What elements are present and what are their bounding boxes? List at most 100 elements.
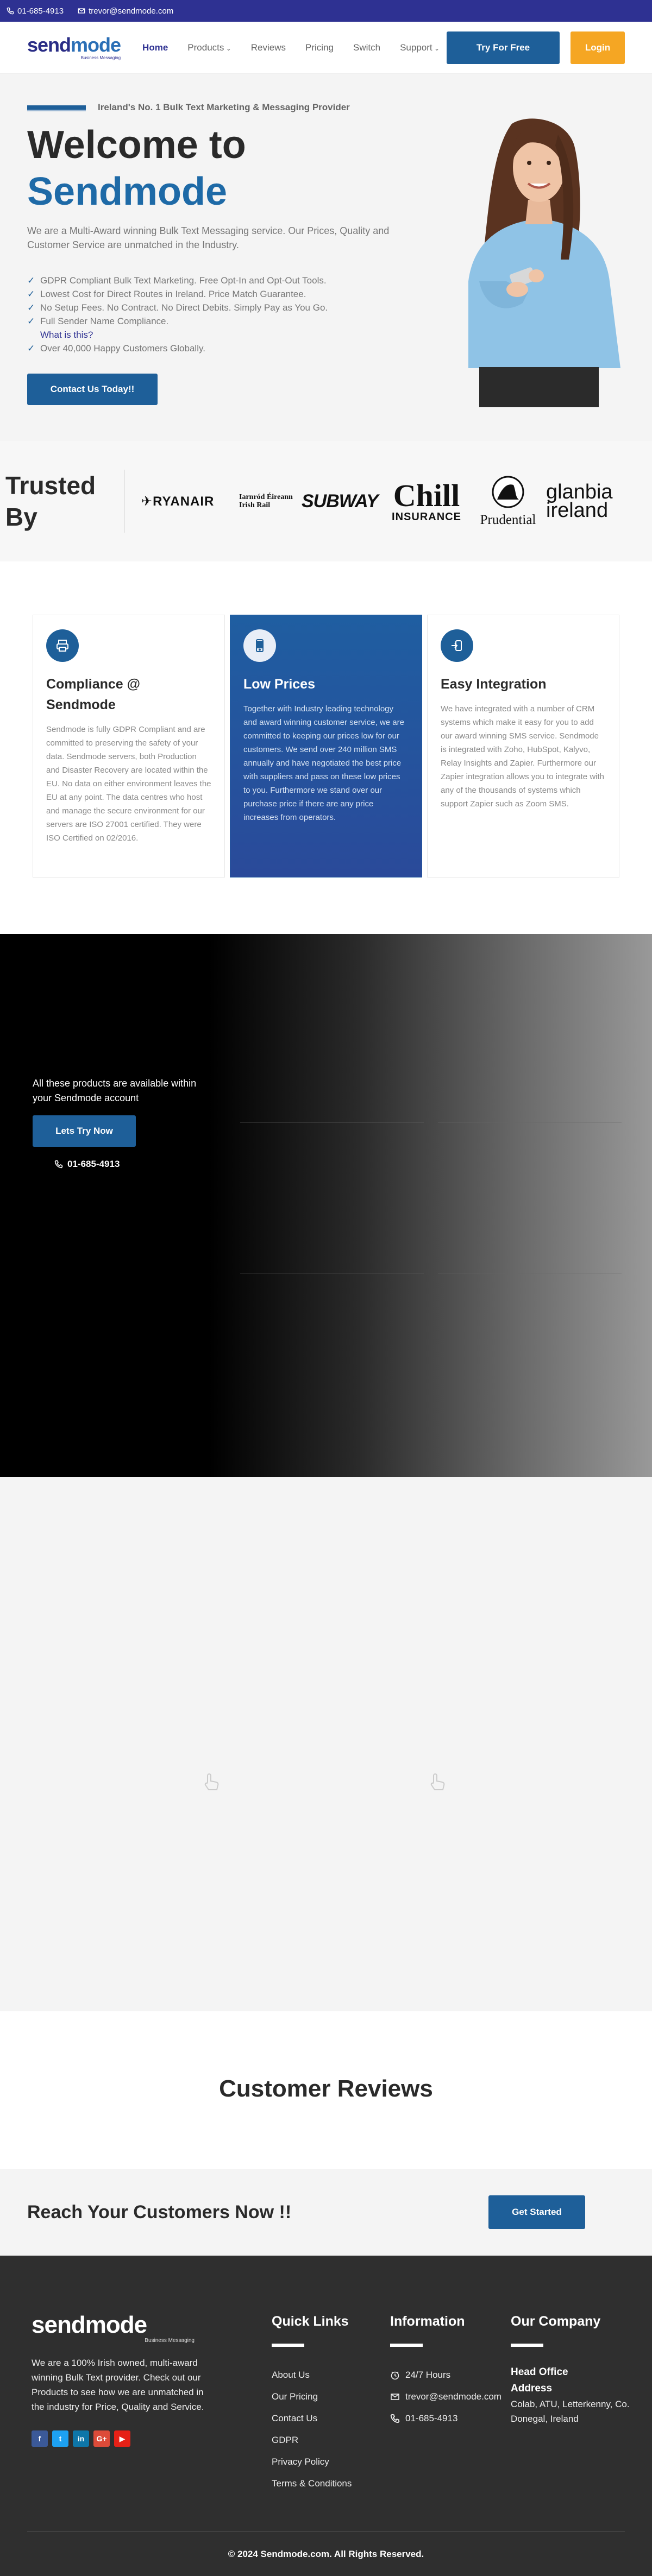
- products-phone[interactable]: 01-685-4913: [54, 1159, 120, 1170]
- nav-item-switch[interactable]: Switch: [353, 42, 380, 53]
- info-email[interactable]: trevor@sendmode.com: [390, 2386, 501, 2408]
- feature-card-integration: Easy Integration We have integrated with…: [427, 615, 619, 877]
- footer-about-text: We are a 100% Irish owned, multi-award w…: [32, 2358, 204, 2412]
- site-logo[interactable]: sendmode Business Messaging: [27, 35, 121, 60]
- footer-logo[interactable]: sendmode Business Messaging: [32, 2313, 195, 2344]
- head-office-address: Colab, ATU, Letterkenny, Co. Donegal, Ir…: [511, 2399, 630, 2424]
- footer-logo-wordmark: sendmode: [32, 2312, 147, 2338]
- trusted-by-section: Trusted By ✈RYANAIR Iarnród Éireann Irish …: [0, 441, 652, 561]
- footer-logo-tagline: Business Messaging: [145, 2338, 195, 2344]
- head-office-title: Head Office Address: [511, 2366, 568, 2394]
- mail-icon: [391, 2394, 399, 2400]
- facebook-icon[interactable]: f: [32, 2430, 48, 2447]
- products-text: All these products are available within …: [33, 1078, 197, 1103]
- google-plus-icon[interactable]: G+: [93, 2430, 110, 2447]
- logo-tagline: Business Messaging: [80, 55, 121, 60]
- feature-icon-wrap: [441, 629, 473, 662]
- printer-icon: [57, 640, 68, 652]
- topbar-email-text: trevor@sendmode.com: [89, 6, 174, 16]
- top-bar: 01-685-4913 trevor@sendmode.com: [0, 0, 652, 22]
- feature-title: Low Prices: [243, 677, 315, 692]
- feature-icon-wrap: [46, 629, 79, 662]
- twitter-icon[interactable]: t: [52, 2430, 68, 2447]
- heading-underline: [272, 2344, 304, 2347]
- placeholder-section: [0, 1477, 652, 2011]
- check-icon: ✓: [27, 316, 35, 326]
- info-phone[interactable]: 01-685-4913: [390, 2408, 501, 2429]
- feature-text: Sendmode is fully GDPR Compliant and are…: [46, 725, 211, 843]
- client-logos: ✈RYANAIR Iarnród Éireann Irish Rail SUBWA…: [125, 475, 647, 528]
- footer-company-col: Our Company Head Office Address Colab, A…: [511, 2313, 630, 2426]
- hero-section: Ireland's No. 1 Bulk Text Marketing & Me…: [0, 74, 652, 441]
- prudential-emblem-icon: [492, 476, 524, 508]
- feature-card-compliance: Compliance @ Sendmode Sendmode is fully …: [33, 615, 225, 877]
- footer-link-gdpr[interactable]: GDPR: [272, 2429, 352, 2451]
- hero-subtitle-text: Ireland's No. 1 Bulk Text Marketing & Me…: [98, 102, 350, 112]
- lets-try-now-button[interactable]: Lets Try Now: [33, 1115, 136, 1147]
- mail-icon: [78, 8, 85, 14]
- logo-wordmark: sendmode: [27, 33, 121, 56]
- irish-rail-logo: Iarnród Éireann Irish Rail: [239, 493, 293, 509]
- phone-icon: [7, 7, 14, 15]
- check-icon: ✓: [27, 302, 35, 313]
- glanbia-logo: glanbia ireland: [546, 481, 613, 522]
- topbar-email[interactable]: trevor@sendmode.com: [78, 7, 173, 16]
- integration-icon: [452, 640, 462, 651]
- chill-insurance-logo: Chill INSURANCE: [392, 478, 461, 523]
- what-is-this-link[interactable]: What is this?: [40, 328, 93, 342]
- footer-link-privacy[interactable]: Privacy Policy: [272, 2451, 352, 2473]
- login-button[interactable]: Login: [570, 31, 625, 64]
- feature-icon-wrap: [243, 629, 276, 662]
- ryanair-logo: ✈RYANAIR: [141, 494, 215, 509]
- nav-item-home[interactable]: Home: [142, 42, 168, 53]
- hero-title-line1: Welcome to: [27, 123, 246, 167]
- footer-info-col: Information 24/7 Hours trevor@sendmode.c…: [390, 2313, 501, 2429]
- subway-logo: SUBWAY: [302, 490, 379, 512]
- features-section: Compliance @ Sendmode Sendmode is fully …: [0, 561, 652, 934]
- hero-description: We are a Multi-Award winning Bulk Text M…: [27, 225, 390, 250]
- info-hours: 24/7 Hours: [390, 2364, 501, 2386]
- feature-title: Compliance @ Sendmode: [46, 677, 141, 712]
- youtube-icon[interactable]: ▶: [114, 2430, 130, 2447]
- topbar-phone-text: 01-685-4913: [17, 6, 64, 16]
- reviews-title: Customer Reviews: [219, 2075, 433, 2102]
- subtitle-accent-bar: [27, 105, 86, 110]
- nav-buttons: Try For Free Login: [447, 31, 625, 64]
- heading-underline: [390, 2344, 423, 2347]
- footer-link-contact[interactable]: Contact Us: [272, 2408, 352, 2429]
- contact-us-button[interactable]: Contact Us Today!!: [27, 374, 158, 405]
- products-phone-text: 01-685-4913: [67, 1159, 120, 1169]
- footer-link-pricing[interactable]: Our Pricing: [272, 2386, 352, 2408]
- topbar-phone[interactable]: 01-685-4913: [7, 7, 64, 16]
- nav-item-products[interactable]: Products: [187, 42, 231, 53]
- nav-menu: Home Products Reviews Pricing Switch Sup…: [142, 42, 440, 53]
- feature-cards: Compliance @ Sendmode Sendmode is fully …: [33, 615, 619, 877]
- products-section: All these products are available within …: [0, 934, 652, 1477]
- copyright-text: © 2024 Sendmode.com. All Rights Reserved…: [228, 2549, 424, 2559]
- hero-woman-photo: [468, 118, 620, 407]
- phone-icon: [54, 1160, 63, 1169]
- social-links: f t in G+ ▶: [32, 2430, 216, 2447]
- try-for-free-button[interactable]: Try For Free: [447, 31, 560, 64]
- heading-underline: [511, 2344, 543, 2347]
- linkedin-icon[interactable]: in: [73, 2430, 89, 2447]
- check-icon: ✓: [27, 289, 35, 299]
- feature-title: Easy Integration: [441, 677, 547, 692]
- site-footer: sendmode Business Messaging We are a 100…: [0, 2256, 652, 2576]
- get-started-button[interactable]: Get Started: [488, 2195, 585, 2229]
- quicklinks-title: Quick Links: [272, 2314, 349, 2329]
- trusted-by-title: Trusted By: [5, 470, 125, 533]
- footer-quicklinks-col: Quick Links About Us Our Pricing Contact…: [272, 2313, 352, 2495]
- mobile-icon: [256, 639, 264, 652]
- nav-item-pricing[interactable]: Pricing: [305, 42, 334, 53]
- reviews-section: Customer Reviews: [0, 2011, 652, 2169]
- check-icon: ✓: [27, 343, 35, 353]
- hero-title-line2: Sendmode: [27, 170, 228, 213]
- cta-title: Reach Your Customers Now !!: [27, 2201, 292, 2223]
- main-nav: sendmode Business Messaging Home Product…: [0, 22, 652, 74]
- footer-link-about[interactable]: About Us: [272, 2364, 352, 2386]
- footer-link-terms[interactable]: Terms & Conditions: [272, 2473, 352, 2495]
- nav-item-reviews[interactable]: Reviews: [251, 42, 286, 53]
- nav-item-support[interactable]: Support: [400, 42, 440, 53]
- feature-card-low-prices: Low Prices Together with Industry leadin…: [230, 615, 422, 877]
